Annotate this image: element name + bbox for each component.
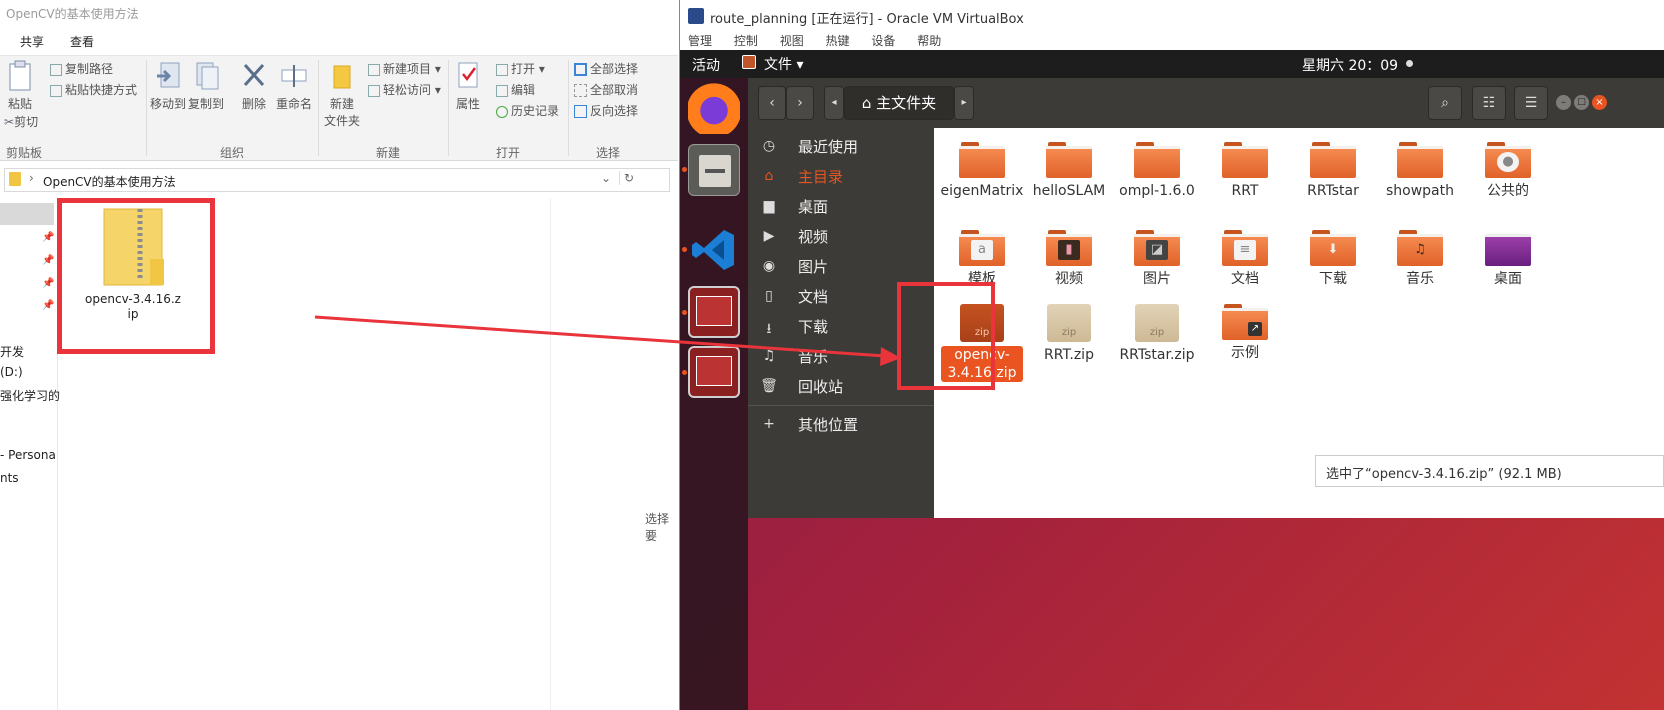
- annotation-arrow: [314, 315, 901, 366]
